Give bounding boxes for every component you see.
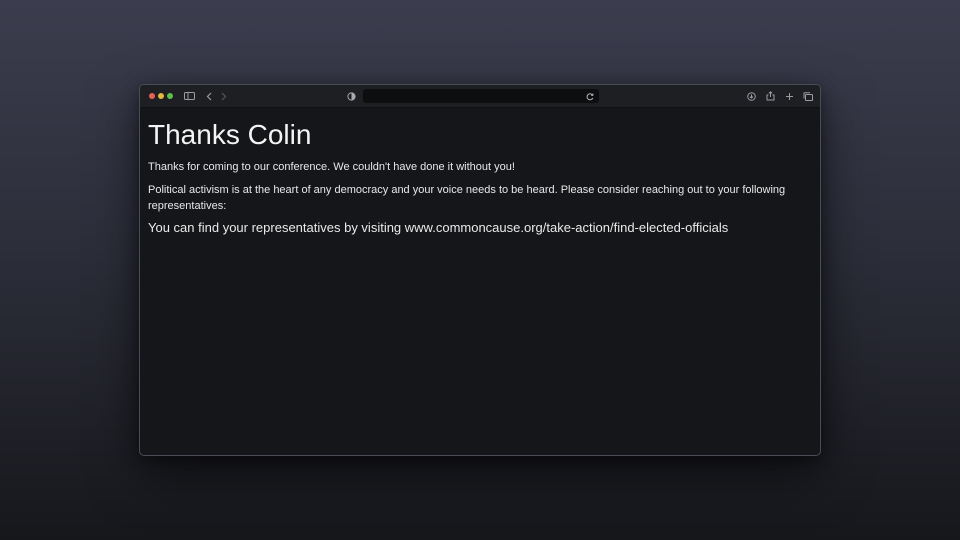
share-icon[interactable] [764,90,776,102]
find-representatives-message: You can find your representatives by vis… [148,220,729,235]
reload-icon[interactable] [584,90,596,102]
page-title: Thanks Colin [148,119,312,150]
activism-message: Political activism is at the heart of an… [148,184,786,212]
chevron-right-icon[interactable] [218,90,230,102]
browser-toolbar [140,85,820,108]
thanks-message: Thanks for coming to our conference. We … [148,161,515,173]
plus-icon[interactable] [783,90,795,102]
chevron-left-icon[interactable] [203,90,215,102]
minimize-window-button[interactable] [158,93,164,99]
browser-window: Thanks Colin Thanks for coming to our co… [139,84,821,456]
shield-icon[interactable] [345,90,357,102]
download-icon[interactable] [745,90,757,102]
address-bar[interactable] [363,89,599,103]
page-content: Thanks Colin Thanks for coming to our co… [140,108,820,455]
sidebar-icon[interactable] [183,90,195,102]
tabs-overview-icon[interactable] [802,90,814,102]
close-window-button[interactable] [149,93,155,99]
zoom-window-button[interactable] [167,93,173,99]
